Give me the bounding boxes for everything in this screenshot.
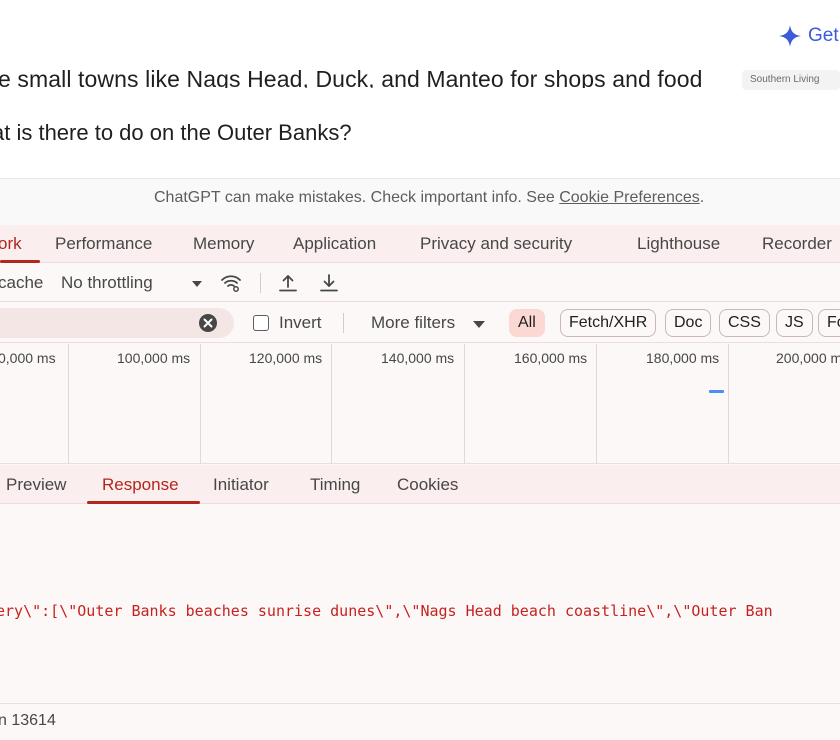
network-conditions-icon[interactable] <box>220 272 242 294</box>
active-tab-indicator <box>0 260 40 263</box>
tab-network[interactable]: ork <box>0 234 22 254</box>
response-body[interactable]: ery\":[\"Outer Banks beaches sunrise dun… <box>0 505 840 703</box>
source-chip[interactable]: Southern Living <box>742 70 840 90</box>
more-filters-caret-icon <box>473 321 485 328</box>
cookie-preferences-link[interactable]: Cookie Preferences <box>559 189 700 206</box>
network-timeline[interactable]: 0,000 ms 100,000 ms 120,000 ms 140,000 m… <box>0 344 840 464</box>
request-detail-tabs: Preview Response Initiator Timing Cookie… <box>0 465 840 504</box>
more-filters-button[interactable]: More filters <box>371 313 455 333</box>
timeline-label: 200,000 ms <box>776 350 840 366</box>
filter-divider <box>343 313 344 333</box>
disclaimer-period: . <box>699 189 705 206</box>
toolbar-divider <box>260 273 261 293</box>
timeline-gridline <box>331 344 332 464</box>
devtools-tabs: ork Performance Memory Application Priva… <box>0 225 840 263</box>
network-toolbar: cache No throttling <box>0 264 840 302</box>
devtools-panel: ork Performance Memory Application Priva… <box>0 225 840 740</box>
disclaimer-bar: ChatGPT can make mistakes. Check importa… <box>0 178 840 225</box>
tab-performance[interactable]: Performance <box>55 234 152 254</box>
answer-text-clipped: e small towns like Nags Head, Duck, and … <box>0 58 738 88</box>
timeline-label: 180,000 ms <box>646 350 720 366</box>
import-har-icon[interactable] <box>277 272 299 294</box>
timeline-gridline <box>200 344 201 464</box>
get-button[interactable]: Get <box>778 24 839 48</box>
user-question: at is there to do on the Outer Banks? <box>0 120 352 145</box>
filter-chip-js[interactable]: JS <box>776 309 813 337</box>
sparkle-icon <box>779 25 801 47</box>
timeline-label: 0,000 ms <box>0 350 56 366</box>
timeline-gridline <box>596 344 597 464</box>
tab-application[interactable]: Application <box>293 234 376 254</box>
timeline-gridline <box>464 344 465 464</box>
status-text: n 13614 <box>0 712 56 729</box>
filter-chip-font[interactable]: Fo <box>818 309 840 337</box>
timeline-label: 100,000 ms <box>117 350 191 366</box>
chat-page: Get e small towns like Nags Head, Duck, … <box>0 0 840 225</box>
throttling-dropdown-icon[interactable] <box>191 277 203 289</box>
response-code-line: ery\":[\"Outer Banks beaches sunrise dun… <box>0 602 773 620</box>
tab-preview[interactable]: Preview <box>6 475 66 495</box>
disclaimer-text: ChatGPT can make mistakes. Check importa… <box>154 189 560 206</box>
tab-cookies[interactable]: Cookies <box>397 475 458 495</box>
tab-response[interactable]: Response <box>102 475 179 495</box>
tab-recorder[interactable]: Recorder <box>762 234 832 254</box>
invert-checkbox[interactable] <box>253 315 269 331</box>
disclaimer: ChatGPT can make mistakes. Check importa… <box>154 189 704 207</box>
tab-lighthouse[interactable]: Lighthouse <box>637 234 720 254</box>
timeline-gridline <box>728 344 729 464</box>
filter-chip-css[interactable]: CSS <box>719 309 770 337</box>
timeline-label: 160,000 ms <box>514 350 588 366</box>
tab-initiator[interactable]: Initiator <box>213 475 269 495</box>
filter-chip-all[interactable]: All <box>509 309 545 337</box>
timeline-label: 120,000 ms <box>249 350 323 366</box>
active-subtab-indicator <box>87 501 200 504</box>
invert-label: Invert <box>279 313 322 332</box>
timeline-request-bar <box>709 390 724 393</box>
tab-memory[interactable]: Memory <box>193 234 254 254</box>
timeline-gridline <box>68 344 69 464</box>
export-har-icon[interactable] <box>318 272 340 294</box>
filter-bar: Invert More filters All Fetch/XHR Doc CS… <box>0 303 840 343</box>
timeline-label: 140,000 ms <box>381 350 455 366</box>
tab-privacy-security[interactable]: Privacy and security <box>420 234 572 254</box>
get-button-label: Get <box>808 25 839 46</box>
throttling-select[interactable]: No throttling <box>61 273 153 293</box>
filter-chip-doc[interactable]: Doc <box>665 309 712 337</box>
clear-filter-icon[interactable] <box>198 313 218 333</box>
status-bar: n 13614 <box>0 703 840 740</box>
tab-timing[interactable]: Timing <box>310 475 360 495</box>
answer-text: e small towns like Nags Head, Duck, and … <box>0 66 703 88</box>
disable-cache-label[interactable]: cache <box>0 273 43 293</box>
filter-chip-fetch-xhr[interactable]: Fetch/XHR <box>560 309 657 337</box>
